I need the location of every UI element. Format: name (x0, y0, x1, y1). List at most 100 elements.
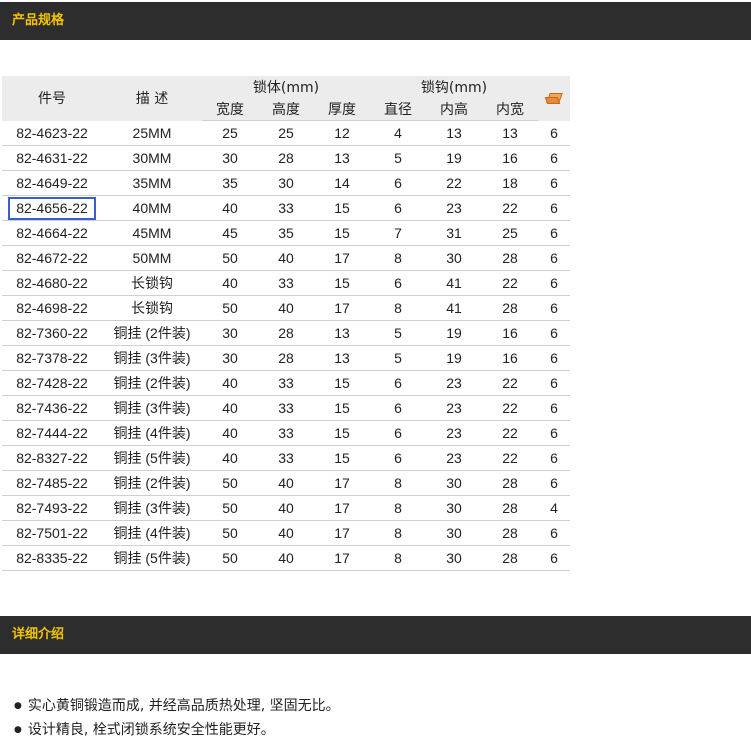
table-row: 82-4631-22 30MM 30 28 13 5 19 16 6 (2, 145, 571, 171)
cell-width: 30 (202, 145, 258, 171)
cell-thickness: 17 (314, 245, 371, 271)
cell-inner-width: 16 (482, 145, 539, 171)
cell-inner-height: 19 (426, 145, 483, 171)
cell-height: 28 (258, 320, 314, 346)
table-row: 82-7360-22 铜挂 (2件装) 30 28 13 5 19 16 6 (2, 320, 571, 346)
header-part-no: 件号 (2, 76, 102, 121)
table-row: 82-7501-22 铜挂 (4件装) 50 40 17 8 30 28 6 (2, 520, 571, 546)
box-icon (544, 93, 563, 105)
spec-table: 件号 描 述 锁体(mm) 锁钩(mm) 宽度 高度 厚度 直径 内高 内宽 8… (2, 76, 571, 571)
table-row: 82-4680-22 长锁钩 40 33 15 6 41 22 6 (2, 270, 571, 296)
cell-height: 40 (258, 495, 314, 521)
cell-inner-width: 13 (482, 120, 539, 146)
cell-inner-height: 41 (426, 270, 483, 296)
cell-part-no: 82-8327-22 (2, 445, 102, 471)
cell-thickness: 15 (314, 195, 371, 221)
cell-diameter: 6 (370, 420, 427, 446)
spec-table-body: 82-4623-22 25MM 25 25 12 4 13 13 6 82-4631-22 30MM… (2, 120, 571, 571)
cell-thickness: 15 (314, 370, 371, 396)
header-shackle: 锁钩(mm) (370, 76, 539, 98)
cell-thickness: 17 (314, 470, 371, 496)
cell-inner-height: 19 (426, 320, 483, 346)
details-section-title: 详细介绍 (12, 627, 65, 642)
bullet-item: 设计精良, 栓式闭锁系统安全性能更好。 (14, 718, 340, 742)
cell-description: 铜挂 (4件装) (102, 520, 202, 546)
cell-width: 40 (202, 195, 258, 221)
cell-qty: 6 (538, 270, 571, 296)
cell-qty: 6 (538, 395, 571, 421)
cell-description: 50MM (102, 245, 202, 271)
table-row: 82-7444-22 铜挂 (4件装) 40 33 15 6 23 22 6 (2, 420, 571, 446)
cell-width: 50 (202, 520, 258, 546)
cell-description: 铜挂 (3件装) (102, 345, 202, 371)
cell-qty: 6 (538, 420, 571, 446)
header-thickness: 厚度 (314, 98, 371, 121)
cell-width: 40 (202, 370, 258, 396)
cell-qty: 4 (538, 495, 571, 521)
cell-inner-width: 22 (482, 270, 539, 296)
cell-thickness: 17 (314, 295, 371, 321)
details-bullet-list: 实心黄铜锻造而成, 并经高品质热处理, 坚固无比。 设计精良, 栓式闭锁系统安全… (14, 694, 340, 742)
cell-inner-width: 18 (482, 170, 539, 196)
cell-width: 30 (202, 345, 258, 371)
cell-part-no: 82-7428-22 (2, 370, 102, 396)
cell-diameter: 8 (370, 495, 427, 521)
table-row: 82-7436-22 铜挂 (3件装) 40 33 15 6 23 22 6 (2, 395, 571, 421)
cell-part-no: 82-4631-22 (2, 145, 102, 171)
cell-height: 40 (258, 545, 314, 571)
cell-thickness: 13 (314, 320, 371, 346)
cell-diameter: 5 (370, 145, 427, 171)
cell-qty: 6 (538, 120, 571, 146)
cell-description: 25MM (102, 120, 202, 146)
cell-inner-height: 30 (426, 545, 483, 571)
table-row: 82-8335-22 铜挂 (5件装) 50 40 17 8 30 28 6 (2, 545, 571, 571)
cell-part-no: 82-7485-22 (2, 470, 102, 496)
cell-thickness: 13 (314, 145, 371, 171)
table-row: 82-7378-22 铜挂 (3件装) 30 28 13 5 19 16 6 (2, 345, 571, 371)
cell-inner-width: 16 (482, 345, 539, 371)
cell-inner-width: 28 (482, 520, 539, 546)
header-qty (538, 76, 571, 121)
details-section-header: 详细介绍 (0, 616, 751, 654)
header-height: 高度 (258, 98, 314, 121)
cell-part-no: 82-4680-22 (2, 270, 102, 296)
cell-width: 45 (202, 220, 258, 246)
cell-width: 40 (202, 395, 258, 421)
cell-qty: 6 (538, 445, 571, 471)
cell-description: 40MM (102, 195, 202, 221)
cell-inner-width: 28 (482, 295, 539, 321)
cell-description: 铜挂 (2件装) (102, 470, 202, 496)
table-row: 82-4623-22 25MM 25 25 12 4 13 13 6 (2, 120, 571, 146)
bullet-item: 实心黄铜锻造而成, 并经高品质热处理, 坚固无比。 (14, 694, 340, 718)
cell-inner-width: 25 (482, 220, 539, 246)
cell-inner-width: 28 (482, 470, 539, 496)
cell-description: 铜挂 (3件装) (102, 495, 202, 521)
cell-part-no: 82-4698-22 (2, 295, 102, 321)
cell-inner-height: 13 (426, 120, 483, 146)
cell-height: 40 (258, 295, 314, 321)
cell-part-no: 82-7378-22 (2, 345, 102, 371)
cell-height: 40 (258, 470, 314, 496)
cell-qty: 6 (538, 195, 571, 221)
header-width: 宽度 (202, 98, 258, 121)
cell-qty: 6 (538, 370, 571, 396)
cell-qty: 6 (538, 345, 571, 371)
cell-part-no: 82-7493-22 (2, 495, 102, 521)
cell-inner-height: 23 (426, 370, 483, 396)
cell-width: 50 (202, 495, 258, 521)
cell-width: 30 (202, 320, 258, 346)
cell-diameter: 5 (370, 320, 427, 346)
cell-width: 40 (202, 445, 258, 471)
cell-height: 33 (258, 195, 314, 221)
cell-inner-width: 22 (482, 445, 539, 471)
cell-diameter: 8 (370, 545, 427, 571)
cell-description: 铜挂 (2件装) (102, 370, 202, 396)
cell-thickness: 15 (314, 445, 371, 471)
cell-inner-height: 22 (426, 170, 483, 196)
cell-thickness: 12 (314, 120, 371, 146)
cell-inner-width: 22 (482, 195, 539, 221)
table-row: 82-4656-22 40MM 40 33 15 6 23 22 6 (2, 195, 571, 221)
specs-section-title: 产品规格 (12, 13, 65, 28)
cell-height: 30 (258, 170, 314, 196)
cell-inner-width: 28 (482, 245, 539, 271)
